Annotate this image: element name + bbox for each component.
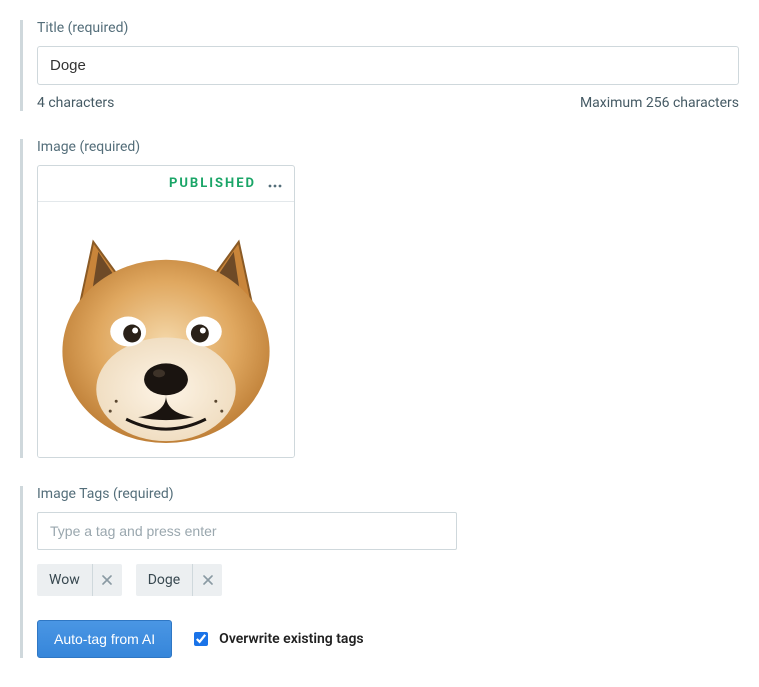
action-row: Auto-tag from AI Overwrite existing tags (37, 620, 739, 658)
tag-label: Wow (37, 564, 92, 596)
title-field-label: Title (required) (37, 20, 739, 36)
max-chars: Maximum 256 characters (580, 95, 739, 111)
overwrite-checkbox-wrap[interactable]: Overwrite existing tags (190, 629, 363, 649)
tag-label: Doge (136, 564, 192, 596)
close-icon (102, 575, 112, 585)
title-field-block: Title (required) 4 characters Maximum 25… (20, 20, 739, 111)
image-field-block: Image (required) PUBLISHED (20, 139, 739, 458)
tags-field-block: Image Tags (required) Wow Doge Auto-tag … (20, 486, 739, 658)
title-input[interactable] (37, 46, 739, 85)
image-card: PUBLISHED (37, 165, 295, 458)
tags-row: Wow Doge (37, 564, 739, 596)
overwrite-label: Overwrite existing tags (219, 631, 363, 647)
overwrite-checkbox[interactable] (194, 632, 208, 646)
more-icon[interactable] (268, 177, 282, 191)
tags-field-label: Image Tags (required) (37, 486, 739, 502)
char-count: 4 characters (37, 95, 114, 111)
tag-input[interactable] (37, 512, 457, 550)
image-field-label: Image (required) (37, 139, 739, 155)
close-icon (203, 575, 213, 585)
image-preview[interactable] (38, 201, 294, 457)
tag-chip: Doge (136, 564, 222, 596)
status-badge: PUBLISHED (169, 176, 256, 191)
image-card-header: PUBLISHED (38, 166, 294, 201)
tag-remove-button[interactable] (192, 564, 222, 596)
doge-image-icon (38, 202, 294, 457)
tag-chip: Wow (37, 564, 122, 596)
title-helper-row: 4 characters Maximum 256 characters (37, 95, 739, 111)
tag-remove-button[interactable] (92, 564, 122, 596)
auto-tag-button[interactable]: Auto-tag from AI (37, 620, 172, 658)
